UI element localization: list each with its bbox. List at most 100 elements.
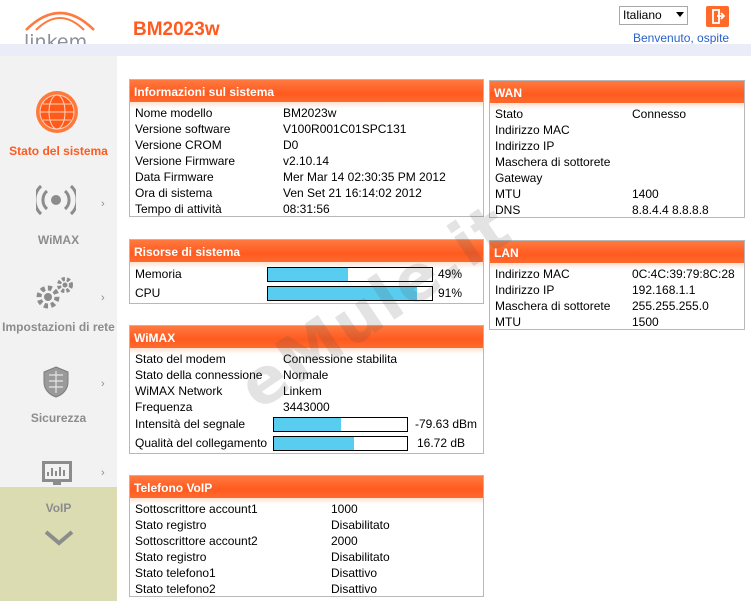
voip-table: Sottoscrittore account1 1000 Stato registr… [130, 501, 483, 597]
row-value: V100R001C01SPC131 [283, 122, 407, 136]
row-value: -79.63 dBm [415, 417, 478, 431]
row-value: 8.8.4.4 8.8.8.8 [632, 203, 709, 217]
sidebar-item-impostazioni-di-rete[interactable]: › Impostazioni di rete [0, 275, 117, 349]
sidebar-item-sicurezza[interactable]: › Sicurezza [0, 365, 117, 431]
table-row: Stato registro Disabilitato [130, 517, 483, 533]
row-value: 0C:4C:39:79:8C:28 [632, 267, 735, 281]
progress-bar [267, 286, 433, 301]
row-value: Mer Mar 14 02:30:35 PM 2012 [283, 170, 446, 184]
row-label: Gateway [495, 171, 543, 185]
row-label: Memoria [135, 267, 182, 281]
table-row: Versione Firmware v2.10.14 [130, 153, 483, 169]
table-row: MTU 1400 [490, 186, 744, 202]
resources-table: Memoria 49% CPU 91% [130, 265, 483, 303]
table-row: Memoria 49% [130, 265, 483, 284]
row-label: Maschera di sottorete [495, 299, 611, 313]
table-row: Indirizzo IP [490, 138, 744, 154]
panel-title: Informazioni sul sistema [130, 80, 483, 102]
table-row: Stato telefono1 Disattivo [130, 565, 483, 581]
panel-lan: LAN Indirizzo MAC 0C:4C:39:79:8C:28 Indiri… [489, 240, 745, 330]
row-label: Versione software [135, 122, 231, 136]
table-row: Indirizzo MAC [490, 122, 744, 138]
panel-wimax: WiMAX Stato del modem Connessione stabili… [129, 325, 484, 454]
sidebar-item-label: Impostazioni di rete [2, 320, 115, 334]
table-row: CPU 91% [130, 284, 483, 303]
row-label: Stato della connessione [135, 368, 263, 382]
row-value: Disabilitato [331, 550, 390, 564]
logout-icon [712, 9, 726, 24]
top-bar [0, 44, 751, 56]
row-value: Linkem [283, 384, 322, 398]
chevron-right-icon: › [101, 198, 105, 210]
row-label: Stato telefono1 [135, 566, 216, 580]
row-value: Ven Set 21 16:14:02 2012 [283, 186, 422, 200]
table-row: Versione CROM D0 [130, 137, 483, 153]
wimax-table: Stato del modem Connessione stabilita Stat… [130, 351, 483, 453]
globe-icon [36, 91, 78, 133]
sidebar-item-stato-del-sistema[interactable]: Stato del sistema [0, 90, 117, 160]
row-label: DNS [495, 203, 521, 217]
panel-title: Risorse di sistema [130, 240, 483, 262]
language-select[interactable]: Italiano [619, 6, 688, 25]
sidebar-item-label: WiMAX [37, 233, 80, 247]
row-value: Normale [283, 368, 329, 382]
row-value: 49% [438, 267, 463, 281]
row-value: D0 [283, 138, 299, 152]
row-label: Sottoscrittore account2 [135, 534, 258, 548]
table-row: Gateway [490, 170, 744, 186]
sidebar-item-label: Stato del sistema [9, 144, 108, 158]
row-value: Disabilitato [331, 518, 390, 532]
progress-bar [273, 417, 408, 432]
row-label: Versione CROM [135, 138, 222, 152]
table-row: Data Firmware Mer Mar 14 02:30:35 PM 2012 [130, 169, 483, 185]
row-label: Stato del modem [135, 352, 226, 366]
row-value: 1400 [632, 187, 659, 201]
row-label: CPU [135, 286, 161, 300]
table-row: Stato telefono2 Disattivo [130, 581, 483, 597]
row-label: Stato registro [135, 518, 207, 532]
sidebar-item-wimax[interactable]: › WiMAX [0, 183, 117, 247]
panel-title: WAN [490, 81, 744, 103]
row-label: Tempo di attività [135, 202, 222, 216]
row-value: 255.255.255.0 [632, 299, 709, 313]
table-row: Maschera di sottorete [490, 154, 744, 170]
welcome-link[interactable]: Benvenuto, ospite [633, 31, 729, 45]
language-value: Italiano [623, 8, 662, 22]
system-info-table: Nome modello BM2023w Versione software V100… [130, 105, 483, 217]
table-row: Versione software V100R001C01SPC131 [130, 121, 483, 137]
row-label: Qualità del collegamento [135, 436, 268, 450]
shield-icon [43, 366, 69, 398]
row-value: 08:31:56 [283, 202, 330, 216]
row-value: Disattivo [331, 566, 378, 580]
voip-monitor-icon [42, 461, 72, 485]
row-label: Maschera di sottorete [495, 155, 611, 169]
row-value: 2000 [331, 534, 358, 548]
row-label: MTU [495, 187, 521, 201]
device-name: BM2023w [133, 19, 220, 40]
table-row: Ora di sistema Ven Set 21 16:14:02 2012 [130, 185, 483, 201]
chevron-down-icon[interactable] [44, 530, 74, 546]
table-row: Stato del modem Connessione stabilita [130, 351, 483, 367]
row-value: BM2023w [283, 106, 337, 120]
chevron-right-icon: › [101, 378, 105, 390]
sidebar: Stato del sistema › WiMAX › Impostazioni… [0, 56, 117, 601]
row-label: Ora di sistema [135, 186, 213, 200]
wan-table: Stato Connesso Indirizzo MAC Indirizzo IP Ma… [490, 106, 744, 218]
row-label: Intensità del segnale [135, 417, 246, 431]
row-label: Indirizzo MAC [495, 267, 570, 281]
chevron-right-icon: › [101, 292, 105, 304]
sidebar-item-voip[interactable]: › VoIP [0, 459, 117, 515]
table-row: Sottoscrittore account1 1000 [130, 501, 483, 517]
row-label: Stato [495, 107, 524, 121]
progress-bar [273, 436, 408, 451]
logout-button[interactable] [706, 6, 729, 27]
table-row: MTU 1500 [490, 314, 744, 330]
progress-fill [268, 268, 349, 281]
panel-system-info: Informazioni sul sistema Nome modello BM2… [129, 79, 484, 217]
table-row: Qualità del collegamento 16.72 dB [130, 434, 483, 453]
dropdown-arrow-icon [676, 12, 684, 17]
table-row: WiMAX Network Linkem [130, 383, 483, 399]
row-label: Indirizzo IP [495, 283, 555, 297]
progress-fill [274, 418, 341, 431]
row-label: Sottoscrittore account1 [135, 502, 258, 516]
